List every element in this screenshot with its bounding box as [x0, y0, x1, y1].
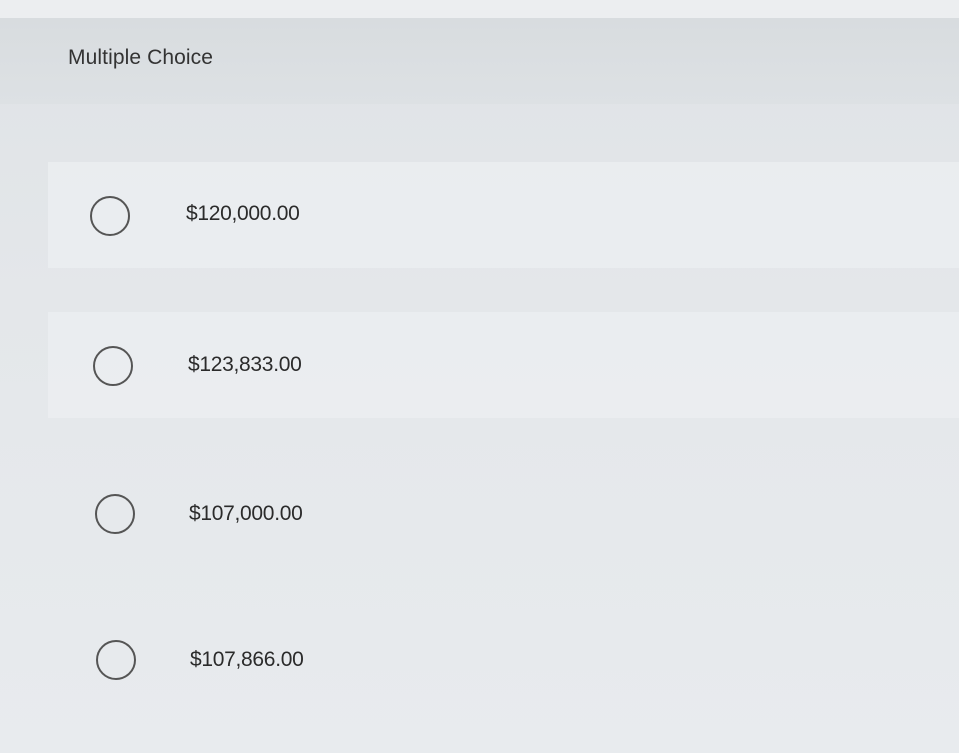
- question-header: Multiple Choice: [0, 18, 959, 104]
- answer-option-1[interactable]: $120,000.00: [48, 162, 959, 268]
- answer-option-label: $107,000.00: [189, 502, 303, 525]
- answer-option-label: $107,866.00: [190, 648, 304, 671]
- answer-option-4[interactable]: $107,866.00: [48, 606, 959, 712]
- answer-option-label: $123,833.00: [188, 353, 302, 376]
- radio-unchecked-icon[interactable]: [93, 346, 133, 386]
- radio-unchecked-icon[interactable]: [90, 196, 130, 236]
- radio-unchecked-icon[interactable]: [95, 494, 135, 534]
- answer-options: $120,000.00 $123,833.00 $107,000.00 $107…: [0, 104, 959, 753]
- question-type-label: Multiple Choice: [68, 46, 214, 69]
- answer-option-label: $120,000.00: [186, 202, 300, 225]
- top-strip: [0, 0, 959, 18]
- answer-option-2[interactable]: $123,833.00: [48, 312, 959, 418]
- radio-unchecked-icon[interactable]: [96, 640, 136, 680]
- answer-option-3[interactable]: $107,000.00: [48, 460, 959, 566]
